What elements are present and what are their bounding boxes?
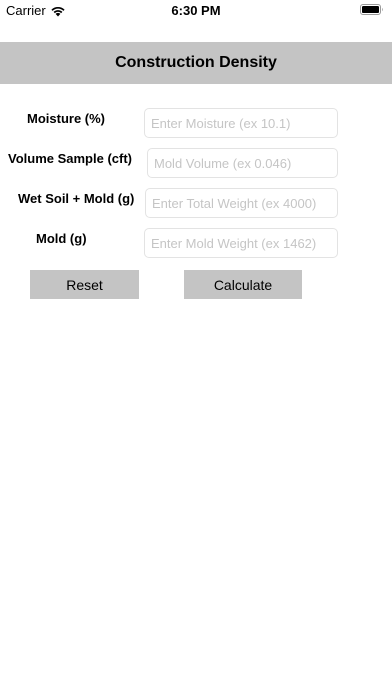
calculate-button[interactable]: Calculate [184,270,302,299]
moisture-input[interactable] [144,108,338,138]
battery-icon [360,4,383,15]
status-time: 6:30 PM [171,3,221,18]
wet-soil-mold-input[interactable] [145,188,338,218]
app-screen: Carrier 6:30 PM Construction Density Moi… [0,0,392,696]
volume-sample-label: Volume Sample (cft) [8,151,133,166]
mold-input[interactable] [144,228,338,258]
mold-label: Mold (g) [36,231,87,246]
reset-button[interactable]: Reset [30,270,139,299]
title-bar: Construction Density [0,42,392,84]
wet-soil-mold-label: Wet Soil + Mold (g) [18,191,135,206]
status-bar: Carrier 6:30 PM [0,0,392,22]
volume-sample-input[interactable] [147,148,338,178]
page-title: Construction Density [115,54,277,71]
moisture-label: Moisture (%) [27,111,105,126]
